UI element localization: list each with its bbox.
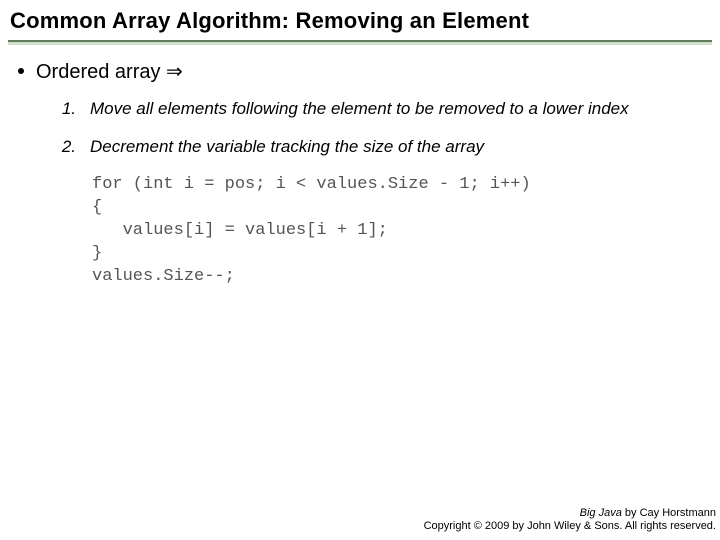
footer: Big Java by Cay Horstmann Copyright © 20…	[424, 507, 716, 535]
slide: Common Array Algorithm: Removing an Elem…	[0, 0, 720, 540]
code-block: for (int i = pos; i < values.Size - 1; i…	[92, 174, 702, 289]
bullet-text: Ordered array ⇒	[36, 59, 702, 84]
list-item-text: Move all elements following the element …	[90, 98, 702, 120]
book-title: Big Java	[580, 507, 622, 519]
title-underline	[8, 40, 712, 45]
list-item-number: 2.	[52, 136, 76, 158]
bullet-item: Ordered array ⇒	[18, 59, 702, 84]
list-item: 2. Decrement the variable tracking the s…	[52, 136, 702, 158]
footer-line-1: Big Java by Cay Horstmann	[424, 507, 716, 521]
bullet-dot-icon	[18, 68, 24, 74]
slide-title: Common Array Algorithm: Removing an Elem…	[0, 0, 720, 40]
slide-body: Ordered array ⇒ 1. Move all elements fol…	[0, 59, 720, 289]
list-item: 1. Move all elements following the eleme…	[52, 98, 702, 120]
footer-copyright: Copyright © 2009 by John Wiley & Sons. A…	[424, 520, 716, 534]
author-text: by Cay Horstmann	[622, 507, 716, 519]
numbered-list: 1. Move all elements following the eleme…	[52, 98, 702, 158]
list-item-text: Decrement the variable tracking the size…	[90, 136, 702, 158]
list-item-number: 1.	[52, 98, 76, 120]
